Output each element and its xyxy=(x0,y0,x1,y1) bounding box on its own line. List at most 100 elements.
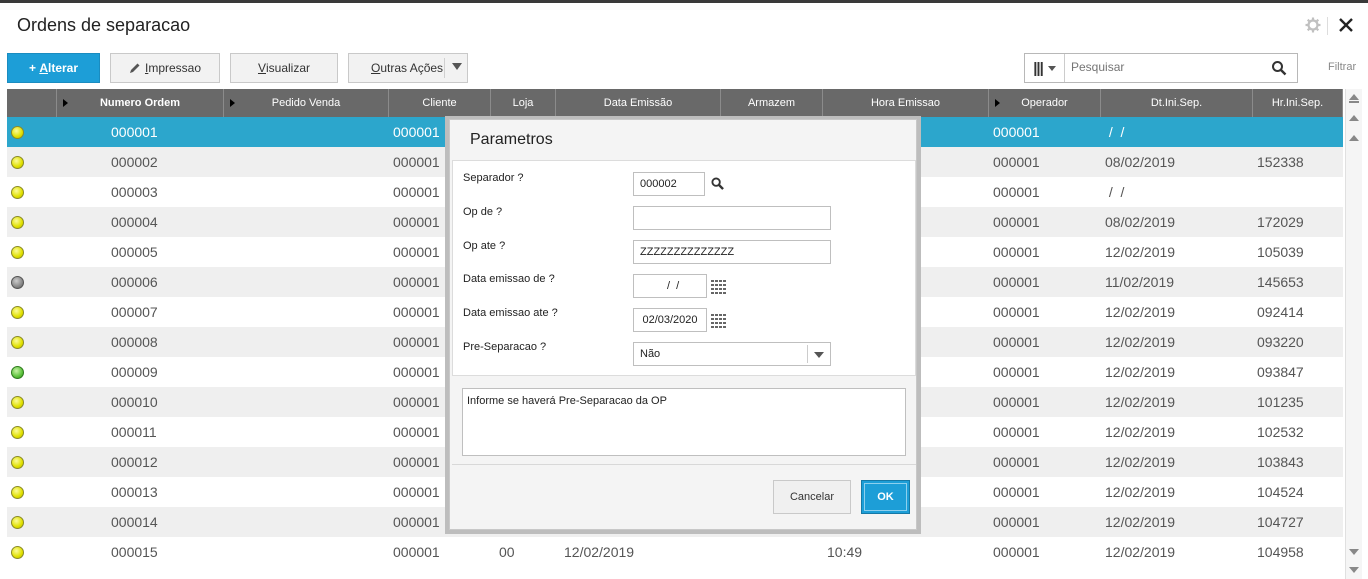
title-divider xyxy=(1327,17,1328,35)
cell-operador: 000001 xyxy=(993,484,1040,500)
cell-pedido xyxy=(224,237,389,267)
column-header[interactable]: Numero Ordem xyxy=(57,89,224,117)
cell-operador: 000001 xyxy=(993,274,1040,290)
alterar-button[interactable]: + Alterar xyxy=(7,53,100,83)
status-cell xyxy=(7,537,57,567)
status-gray-icon xyxy=(11,275,24,289)
impressao-button[interactable]: Impressao xyxy=(110,53,220,83)
cell-data: 12/02/2019 xyxy=(564,544,635,560)
parametros-dialog: Parametros Separador ? 000002 Op de ? Op… xyxy=(449,119,917,530)
outras-acoes-button[interactable]: Outras Ações xyxy=(348,53,468,83)
cell-ordem: 000003 xyxy=(111,184,158,200)
pre-separacao-select[interactable]: Não xyxy=(633,342,831,366)
scroll-up-icon[interactable] xyxy=(1349,135,1359,141)
status-yellow-icon xyxy=(11,155,24,169)
column-header[interactable]: Cliente xyxy=(389,89,491,117)
data-emissao-ate-input[interactable]: 02/03/2020 xyxy=(633,308,707,332)
status-yellow-icon xyxy=(11,515,24,529)
scroll-down-icon[interactable] xyxy=(1349,549,1359,555)
dialog-title: Parametros xyxy=(470,131,553,148)
status-yellow-icon xyxy=(11,305,24,319)
ok-button[interactable]: OK xyxy=(861,480,910,514)
search-input[interactable] xyxy=(1071,60,1261,74)
cell-pedido xyxy=(224,147,389,177)
cell-pedido xyxy=(224,357,389,387)
cell-ordem: 000010 xyxy=(111,394,158,410)
column-header[interactable]: Data Emissão xyxy=(556,89,721,117)
cancel-button[interactable]: Cancelar xyxy=(773,480,851,514)
status-cell xyxy=(7,207,57,237)
close-icon[interactable] xyxy=(1339,14,1353,38)
chevron-down-icon xyxy=(1047,65,1056,71)
cell-pedido xyxy=(224,447,389,477)
search-icon[interactable] xyxy=(1271,60,1287,76)
columns-selector[interactable]: ||| xyxy=(1025,54,1065,82)
sort-arrow-icon xyxy=(230,99,235,107)
cell-hrini xyxy=(1253,177,1343,207)
cell-hrini: 172029 xyxy=(1257,214,1304,230)
cell-hrini xyxy=(1253,117,1343,147)
gear-icon[interactable] xyxy=(1305,17,1321,33)
cell-hrini: 104727 xyxy=(1257,514,1304,530)
column-header[interactable]: Pedido Venda xyxy=(224,89,389,117)
calendar-icon[interactable] xyxy=(711,314,727,328)
column-header[interactable]: Operador xyxy=(989,89,1101,117)
cell-pedido xyxy=(224,267,389,297)
cell-hora: 10:49 xyxy=(827,544,863,560)
column-header[interactable]: Hr.Ini.Sep. xyxy=(1253,89,1343,117)
cell-operador: 000001 xyxy=(993,184,1040,200)
cell-hrini: 092414 xyxy=(1257,304,1304,320)
status-yellow-icon xyxy=(11,125,24,139)
calendar-icon[interactable] xyxy=(711,280,727,294)
scroll-page-up-icon[interactable] xyxy=(1349,115,1359,121)
cell-operador: 000001 xyxy=(993,364,1040,380)
op-de-input[interactable] xyxy=(633,206,831,230)
separador-label: Separador ? xyxy=(463,172,524,184)
cell-hrini: 093847 xyxy=(1257,364,1304,380)
status-yellow-icon xyxy=(11,485,24,499)
caret-down-icon xyxy=(452,63,462,70)
cell-pedido xyxy=(224,477,389,507)
data-emissao-de-label: Data emissao de ? xyxy=(463,273,555,285)
status-yellow-icon xyxy=(11,185,24,199)
op-de-label: Op de ? xyxy=(463,206,503,218)
column-header[interactable]: Dt.Ini.Sep. xyxy=(1101,89,1253,117)
cell-dtini: 12/02/2019 xyxy=(1105,424,1176,440)
column-header[interactable] xyxy=(7,89,57,117)
filtrar-link[interactable]: Filtrar xyxy=(1328,61,1356,73)
search-box: ||| xyxy=(1024,53,1298,83)
scroll-bottom-icon[interactable] xyxy=(1349,567,1359,573)
cell-dtini: 12/02/2019 xyxy=(1105,484,1176,500)
data-emissao-de-input[interactable]: / / xyxy=(633,274,707,298)
column-header[interactable]: Loja xyxy=(491,89,556,117)
cell-ordem: 000009 xyxy=(111,364,158,380)
separador-input[interactable]: 000002 xyxy=(633,172,705,196)
cell-loja: 00 xyxy=(499,544,515,560)
table-row[interactable]: 000015 000001 00 12/02/2019 10:49 000001 12/02… xyxy=(7,537,1343,567)
cell-dtini: 12/02/2019 xyxy=(1105,544,1176,560)
status-yellow-icon xyxy=(11,395,24,409)
status-yellow-icon xyxy=(11,245,24,259)
visualizar-button[interactable]: Visualizar xyxy=(230,53,338,83)
cell-pedido xyxy=(224,387,389,417)
cell-pedido xyxy=(224,117,389,147)
pre-separacao-label: Pre-Separacao ? xyxy=(463,341,547,353)
cell-dtini: 12/02/2019 xyxy=(1105,244,1176,260)
cell-hrini: 101235 xyxy=(1257,394,1304,410)
cell-operador: 000001 xyxy=(993,424,1040,440)
column-header[interactable]: Armazem xyxy=(721,89,823,117)
status-cell xyxy=(7,147,57,177)
search-icon[interactable] xyxy=(711,177,724,190)
cell-ordem: 000008 xyxy=(111,334,158,350)
cell-dtini: 12/02/2019 xyxy=(1105,304,1176,320)
scroll-top-icon[interactable] xyxy=(1349,94,1359,100)
cell-dtini: 12/02/2019 xyxy=(1105,364,1176,380)
cell-hrini: 145653 xyxy=(1257,274,1304,290)
op-ate-input[interactable]: ZZZZZZZZZZZZZZ xyxy=(633,240,831,264)
cell-ordem: 000001 xyxy=(111,124,158,140)
column-header[interactable]: Hora Emissao xyxy=(823,89,989,117)
vertical-scrollbar[interactable] xyxy=(1345,89,1362,579)
status-cell xyxy=(7,297,57,327)
help-text: Informe se haverá Pre-Separacao da OP xyxy=(462,388,906,456)
cell-ordem: 000012 xyxy=(111,454,158,470)
